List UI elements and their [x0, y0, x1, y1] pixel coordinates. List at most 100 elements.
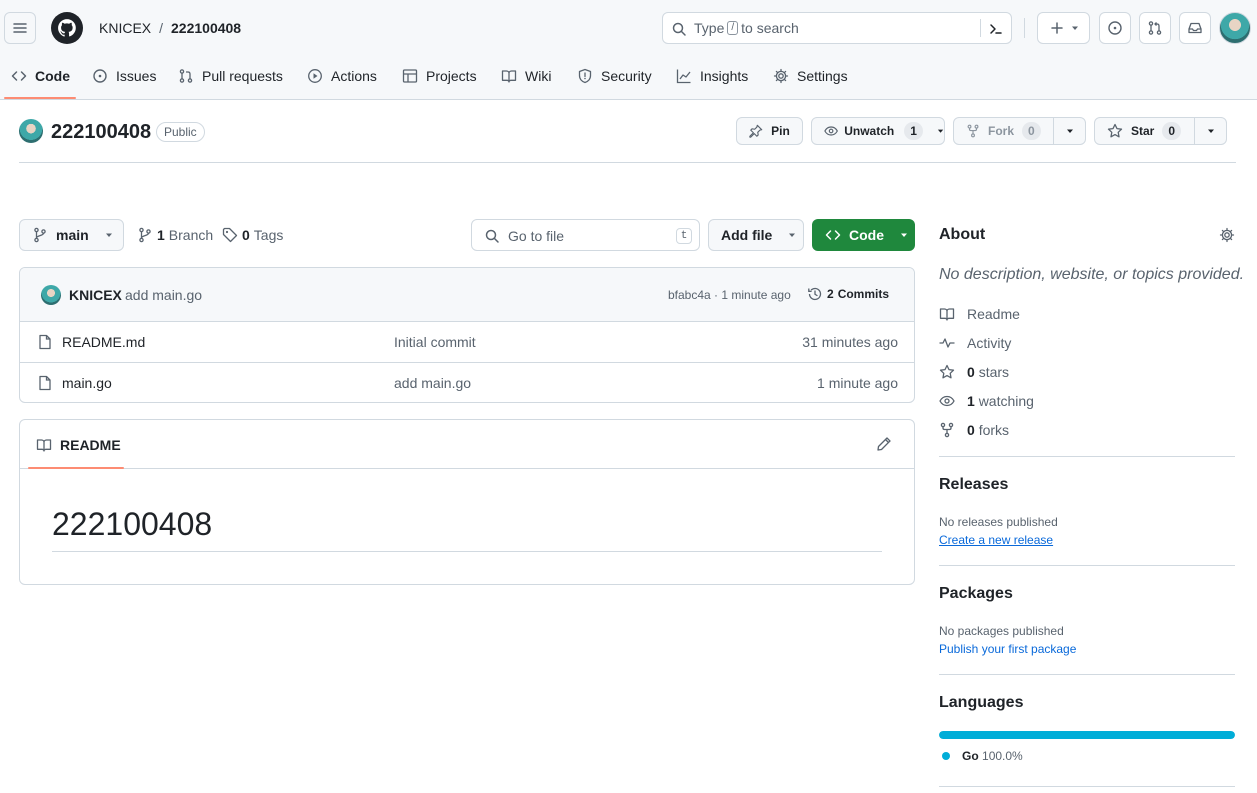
tag-icon: [222, 227, 238, 243]
add-file-button[interactable]: Add file: [708, 219, 804, 251]
stars-link[interactable]: 0 stars: [939, 364, 1009, 380]
pull-request-icon: [179, 69, 193, 83]
pin-label: Pin: [771, 124, 790, 138]
gear-icon[interactable]: [1219, 227, 1235, 243]
unwatch-button[interactable]: Unwatch 1: [811, 117, 945, 145]
create-new-button[interactable]: [1037, 12, 1090, 44]
commits-label: Commits: [837, 287, 890, 301]
publish-package-link[interactable]: Publish your first package: [939, 642, 1076, 656]
forks-link[interactable]: 0 forks: [939, 422, 1009, 438]
tab-insights[interactable]: Insights: [676, 64, 748, 88]
tag-count: 0: [242, 227, 250, 243]
pencil-icon[interactable]: [876, 436, 892, 452]
commit-sha-time[interactable]: bfabc4a · 1 minute ago: [668, 288, 791, 302]
code-button[interactable]: Code: [812, 219, 915, 251]
releases-title[interactable]: Releases: [939, 476, 1008, 494]
tab-pull-requests[interactable]: Pull requests: [178, 64, 283, 88]
code-icon: [11, 71, 27, 81]
about-title: About: [939, 226, 986, 243]
tab-code-underline: [4, 97, 76, 99]
pin-button[interactable]: Pin: [736, 117, 803, 145]
branch-select[interactable]: main: [19, 219, 124, 251]
packages-title[interactable]: Packages: [939, 585, 1013, 603]
tab-wiki[interactable]: Wiki: [501, 64, 551, 88]
language-color-dot: [942, 752, 950, 760]
pull-requests-header-button[interactable]: [1139, 12, 1171, 44]
book-icon: [36, 439, 52, 452]
readme-heading-rule: [52, 551, 882, 552]
triangle-down-icon: [1071, 26, 1078, 30]
file-name[interactable]: main.go: [62, 375, 112, 391]
menu-button[interactable]: [4, 12, 36, 44]
octocat-icon: [58, 19, 76, 37]
readme-tab-underline: [28, 467, 124, 469]
github-logo[interactable]: [51, 12, 83, 44]
table-row[interactable]: main.go add main.go 1 minute ago: [20, 362, 914, 402]
fork-counter: 0: [1022, 122, 1041, 140]
file-commit-message[interactable]: Initial commit: [394, 334, 476, 350]
tags-link[interactable]: 0 Tags: [222, 227, 283, 243]
graph-icon: [676, 69, 691, 84]
tab-issues-label: Issues: [116, 68, 157, 84]
file-commit-message[interactable]: add main.go: [394, 375, 471, 391]
watching-link[interactable]: 1 watching: [939, 393, 1034, 409]
tab-insights-label: Insights: [700, 68, 749, 84]
plus-icon: [1050, 22, 1063, 34]
stars-label: stars: [978, 364, 1010, 380]
repo-owner-avatar[interactable]: [19, 119, 43, 143]
language-legend-item[interactable]: Go 100.0%: [942, 749, 1023, 763]
search-icon: [672, 22, 686, 36]
pin-icon: [749, 124, 763, 138]
table-row[interactable]: README.md Initial commit 31 minutes ago: [20, 321, 914, 362]
command-palette-icon[interactable]: [988, 21, 1004, 37]
star-icon: [939, 364, 955, 379]
breadcrumb-repo[interactable]: 222100408: [171, 19, 241, 37]
commits-link[interactable]: 2 Commits: [807, 286, 889, 302]
tab-code-label: Code: [35, 68, 70, 84]
unwatch-label: Unwatch: [844, 124, 895, 138]
create-release-link[interactable]: Create a new release: [939, 533, 1053, 547]
readme-link[interactable]: Readme: [939, 306, 1020, 322]
tab-projects[interactable]: Projects: [402, 64, 477, 88]
triangle-down-icon[interactable]: [1207, 127, 1215, 135]
file-name[interactable]: README.md: [62, 334, 145, 350]
play-icon: [308, 69, 322, 83]
issues-header-button[interactable]: [1099, 12, 1131, 44]
readme-tab[interactable]: README: [36, 437, 121, 453]
tab-security[interactable]: Security: [577, 64, 652, 88]
commit-message[interactable]: add main.go: [125, 287, 202, 303]
table-icon: [402, 69, 418, 83]
star-button[interactable]: Star 0: [1094, 117, 1227, 145]
sidebar-divider: [939, 786, 1235, 787]
star-icon: [1107, 123, 1123, 138]
user-avatar[interactable]: [1219, 12, 1251, 44]
triangle-down-icon: [901, 233, 907, 237]
search-icon: [485, 229, 499, 243]
language-name: Go: [962, 749, 979, 763]
repo-title[interactable]: 222100408: [51, 120, 151, 144]
branches-link[interactable]: 1 Branch: [137, 227, 213, 243]
commit-author[interactable]: KNICEX: [69, 287, 122, 303]
global-search[interactable]: Type / to search: [662, 12, 1012, 44]
fork-button[interactable]: Fork 0: [953, 117, 1086, 145]
tab-settings[interactable]: Settings: [773, 64, 848, 88]
go-to-file-input[interactable]: Go to file t: [471, 219, 700, 251]
triangle-down-icon[interactable]: [1066, 127, 1074, 135]
tab-actions[interactable]: Actions: [307, 64, 377, 88]
fork-icon: [967, 124, 979, 138]
branch-count-label: Branch: [168, 227, 214, 243]
inbox-button[interactable]: [1179, 12, 1211, 44]
activity-link[interactable]: Activity: [939, 335, 1011, 351]
commit-author-avatar[interactable]: [41, 285, 61, 305]
book-icon: [939, 308, 955, 321]
tag-count-label: Tags: [253, 227, 284, 243]
issue-icon: [93, 69, 107, 83]
file-icon: [39, 375, 51, 391]
breadcrumb-owner[interactable]: KNICEX: [99, 19, 151, 37]
code-icon: [825, 230, 841, 240]
visibility-badge: Public: [156, 122, 205, 142]
readme-box: README 222100408: [19, 419, 915, 585]
tab-code[interactable]: Code: [11, 64, 70, 88]
tab-issues[interactable]: Issues: [92, 64, 156, 88]
star-label: Star: [1131, 124, 1155, 138]
